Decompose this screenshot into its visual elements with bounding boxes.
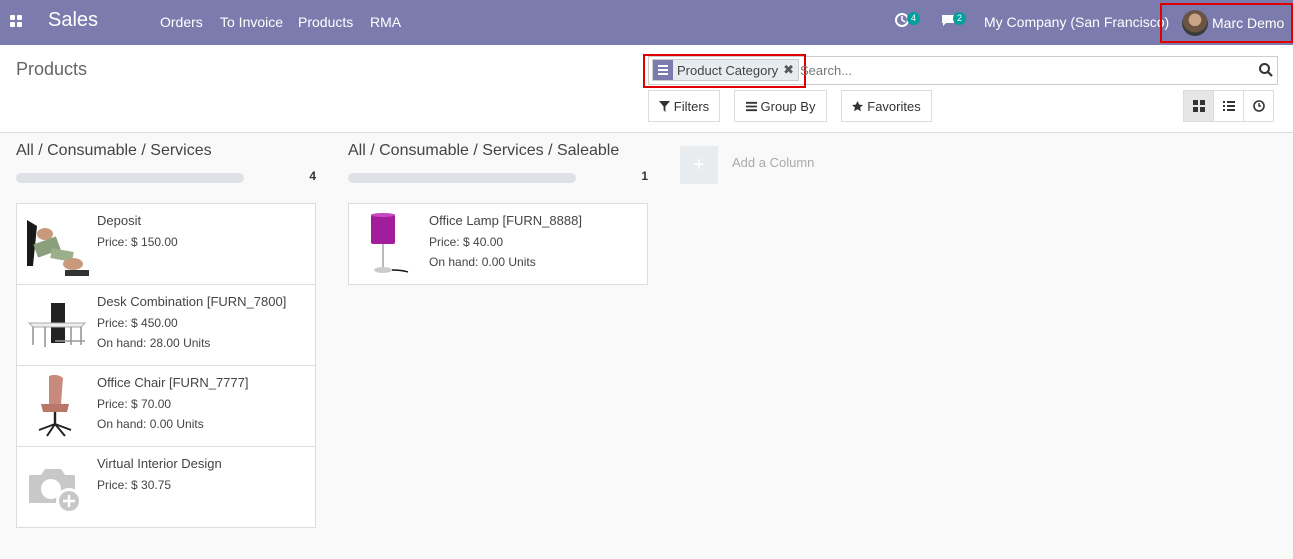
column-count: 4 (309, 169, 316, 183)
favorites-button[interactable]: Favorites (841, 90, 932, 122)
product-name: Office Lamp [FURN_8888] (429, 213, 582, 228)
kanban-view-button[interactable] (1183, 90, 1214, 122)
add-column-button[interactable]: + (680, 146, 718, 184)
column-progress-bar (16, 173, 244, 183)
kanban-card[interactable]: Office Lamp [FURN_8888] Price: $ 40.00 O… (348, 203, 648, 285)
kanban-card[interactable]: Deposit Price: $ 150.00 (16, 203, 316, 285)
bars-icon (745, 101, 757, 111)
top-navbar: Sales Orders To Invoice Products RMA 4 2… (0, 0, 1293, 45)
menu-products[interactable]: Products (298, 14, 353, 30)
page-title: Products (16, 59, 88, 79)
kanban-card[interactable]: Desk Combination [FURN_7800] Price: $ 45… (16, 284, 316, 366)
kanban-column: All / Consumable / Services 4 Deposit Pr… (16, 134, 316, 534)
apps-menu-icon[interactable] (10, 15, 22, 27)
product-name: Virtual Interior Design (97, 456, 222, 471)
kanban-column: All / Consumable / Services / Saleable 1… (348, 134, 648, 294)
app-name[interactable]: Sales (48, 9, 98, 32)
menu-to-invoice[interactable]: To Invoice (220, 14, 283, 30)
column-title[interactable]: All / Consumable / Services / Saleable (348, 142, 619, 160)
filters-button[interactable]: Filters (648, 90, 720, 122)
lamp-image (371, 213, 409, 273)
add-column-label[interactable]: Add a Column (732, 155, 814, 170)
search-icon[interactable] (1258, 62, 1274, 78)
view-switcher (1183, 90, 1274, 122)
company-switcher[interactable]: My Company (San Francisco) (984, 14, 1169, 30)
product-price: Price: $ 30.75 (97, 478, 172, 492)
kanban-card[interactable]: Virtual Interior Design Price: $ 30.75 (16, 446, 316, 528)
product-name: Desk Combination [FURN_7800] (97, 294, 287, 309)
filters-label: Filters (673, 98, 710, 114)
group-by-label: Group By (760, 98, 816, 114)
kanban-icon (1192, 100, 1205, 112)
product-price: Price: $ 40.00 (429, 235, 504, 249)
product-on-hand: On hand: 0.00 Units (429, 255, 536, 269)
product-price: Price: $ 150.00 (97, 235, 178, 249)
group-by-button[interactable]: Group By (734, 90, 827, 122)
list-view-button[interactable] (1213, 90, 1244, 122)
user-menu[interactable]: Marc Demo (1160, 3, 1293, 43)
menu-orders[interactable]: Orders (160, 14, 203, 30)
filter-icon (658, 100, 670, 112)
plus-icon: + (693, 153, 705, 176)
product-on-hand: On hand: 28.00 Units (97, 336, 211, 350)
activity-icon (1252, 100, 1265, 112)
product-price: Price: $ 450.00 (97, 316, 178, 330)
kanban-card[interactable]: Office Chair [FURN_7777] Price: $ 70.00 … (16, 365, 316, 447)
column-count: 1 (641, 169, 648, 183)
star-icon (852, 100, 864, 111)
avatar (1182, 10, 1208, 36)
message-count-badge: 2 (953, 12, 966, 25)
product-price: Price: $ 70.00 (97, 397, 172, 411)
product-name: Deposit (97, 213, 142, 228)
kanban-board: All / Consumable / Services 4 Deposit Pr… (0, 134, 1293, 559)
column-progress-bar (348, 173, 576, 183)
placeholder-camera-image (29, 469, 82, 514)
activity-view-button[interactable] (1243, 90, 1274, 122)
menu-rma[interactable]: RMA (370, 14, 401, 30)
search-input[interactable] (800, 60, 1240, 80)
list-icon (1222, 101, 1235, 111)
chair-image (38, 374, 72, 437)
user-name: Marc Demo (1212, 15, 1285, 31)
money-image (25, 212, 89, 276)
column-title[interactable]: All / Consumable / Services (16, 142, 212, 160)
favorites-label: Favorites (867, 98, 921, 114)
desk-image (27, 303, 87, 347)
product-name: Office Chair [FURN_7777] (97, 375, 249, 390)
product-on-hand: On hand: 0.00 Units (97, 417, 204, 431)
activity-count-badge: 4 (907, 12, 920, 25)
control-panel: Products Product Category ✖ Filters Grou… (0, 45, 1293, 133)
facet-highlight-box (643, 54, 806, 88)
